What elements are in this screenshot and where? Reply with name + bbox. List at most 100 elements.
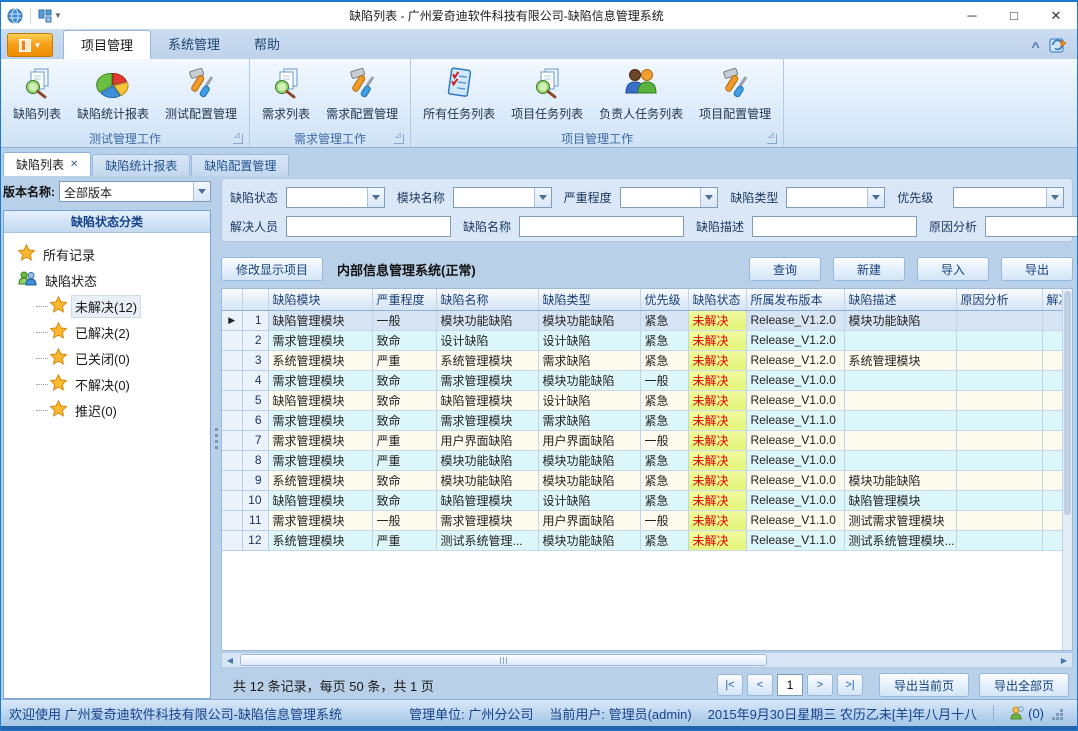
action-button-查询[interactable]: 查询	[749, 257, 821, 281]
table-row[interactable]: 6需求管理模块致命需求管理模块需求缺陷紧急未解决Release_V1.1.0	[222, 410, 1062, 430]
tree-item-已关闭(0)[interactable]: 已关闭(0)	[50, 345, 206, 371]
tree-item-推迟(0)[interactable]: 推迟(0)	[50, 397, 206, 423]
action-button-新建[interactable]: 新建	[833, 257, 905, 281]
ribbon-button-负责人任务列表[interactable]: 负责人任务列表	[591, 61, 691, 124]
maximize-button[interactable]: □	[993, 2, 1035, 29]
quick-access-toolbar[interactable]: ▼	[38, 9, 62, 23]
tree-item-未解决(12)[interactable]: 未解决(12)	[50, 293, 206, 319]
row-selector-cell[interactable]: ▶	[222, 310, 242, 330]
row-selector-cell[interactable]	[222, 530, 242, 550]
column-header-缺陷名称[interactable]: 缺陷名称	[436, 289, 538, 310]
vertical-scrollbar[interactable]	[1062, 289, 1072, 650]
row-selector-cell[interactable]	[222, 450, 242, 470]
panel-splitter[interactable]	[213, 178, 219, 699]
close-tab-icon[interactable]: ✕	[70, 159, 78, 170]
collapse-ribbon-icon[interactable]: ∧	[1029, 40, 1041, 51]
column-header-缺陷描述[interactable]: 缺陷描述	[844, 289, 956, 310]
filter-input-缺陷名称[interactable]	[519, 216, 684, 237]
combobox-arrow-icon[interactable]	[367, 188, 384, 207]
version-combobox[interactable]: 全部版本	[59, 181, 211, 202]
scroll-left-icon[interactable]: ◀	[222, 653, 238, 667]
combobox-arrow-icon[interactable]	[534, 188, 551, 207]
table-row[interactable]: 2需求管理模块致命设计缺陷设计缺陷紧急未解决Release_V1.2.0	[222, 330, 1062, 350]
filter-combobox-缺陷类型[interactable]	[786, 187, 885, 208]
dialog-launcher-icon[interactable]	[767, 134, 777, 144]
minimize-button[interactable]: ─	[951, 2, 993, 29]
horizontal-scrollbar[interactable]: ◀ ▶	[221, 652, 1073, 668]
ribbon-button-测试配置管理[interactable]: 测试配置管理	[157, 61, 245, 124]
table-row[interactable]: 8需求管理模块严重模块功能缺陷模块功能缺陷紧急未解决Release_V1.0.0	[222, 450, 1062, 470]
dialog-launcher-icon[interactable]	[233, 134, 243, 144]
filter-combobox-严重程度[interactable]	[620, 187, 719, 208]
column-header-优先级[interactable]: 优先级	[640, 289, 688, 310]
ribbon-tab-系统管理[interactable]: 系统管理	[151, 30, 237, 59]
table-row[interactable]: 4需求管理模块致命需求管理模块模块功能缺陷一般未解决Release_V1.0.0	[222, 370, 1062, 390]
row-selector-cell[interactable]	[222, 490, 242, 510]
ribbon-tab-帮助[interactable]: 帮助	[237, 30, 297, 59]
ribbon-button-所有任务列表[interactable]: 所有任务列表	[415, 61, 503, 124]
column-header-blank[interactable]	[222, 289, 242, 310]
modify-display-items-button[interactable]: 修改显示项目	[221, 257, 323, 281]
filter-input-缺陷描述[interactable]	[752, 216, 917, 237]
filter-input-原因分析[interactable]	[985, 216, 1078, 237]
row-selector-cell[interactable]	[222, 330, 242, 350]
qat-dropdown-icon[interactable]: ▼	[54, 11, 62, 20]
row-selector-cell[interactable]	[222, 410, 242, 430]
help-about-icon[interactable]	[1049, 36, 1067, 54]
filter-combobox-缺陷状态[interactable]	[286, 187, 385, 208]
tree-item-缺陷状态[interactable]: -缺陷状态	[18, 267, 206, 293]
action-button-导出[interactable]: 导出	[1001, 257, 1073, 281]
column-header-缺陷模块[interactable]: 缺陷模块	[268, 289, 372, 310]
combobox-arrow-icon[interactable]	[700, 188, 717, 207]
filter-input-解决人员[interactable]	[286, 216, 451, 237]
resize-grip[interactable]	[1060, 717, 1063, 720]
first-page-button[interactable]: |<	[717, 674, 743, 696]
table-row[interactable]: 5缺陷管理模块致命缺陷管理模块设计缺陷紧急未解决Release_V1.0.0	[222, 390, 1062, 410]
message-indicator[interactable]: (0)	[1010, 706, 1044, 721]
table-row[interactable]: 11需求管理模块一般需求管理模块用户界面缺陷一般未解决Release_V1.1.…	[222, 510, 1062, 530]
vertical-scrollbar-thumb[interactable]	[1064, 291, 1071, 515]
filter-combobox-优先级[interactable]	[953, 187, 1064, 208]
export-current-page-button[interactable]: 导出当前页	[879, 673, 969, 697]
table-row[interactable]: 12系统管理模块严重测试系统管理...模块功能缺陷紧急未解决Release_V1…	[222, 530, 1062, 550]
dialog-launcher-icon[interactable]	[394, 134, 404, 144]
table-row[interactable]: 3系统管理模块严重系统管理模块需求缺陷紧急未解决Release_V1.2.0系统…	[222, 350, 1062, 370]
close-button[interactable]: ✕	[1035, 2, 1077, 29]
ribbon-button-需求配置管理[interactable]: 需求配置管理	[318, 61, 406, 124]
column-header-所属发布版本[interactable]: 所属发布版本	[746, 289, 844, 310]
tree-expander-icon[interactable]: -	[0, 275, 1, 286]
horizontal-scrollbar-thumb[interactable]	[240, 654, 767, 666]
combobox-arrow-icon[interactable]	[867, 188, 884, 207]
column-header-原因分析[interactable]: 原因分析	[956, 289, 1042, 310]
column-header-解决方法[interactable]: 解决方法	[1042, 289, 1062, 310]
column-header-缺陷类型[interactable]: 缺陷类型	[538, 289, 640, 310]
application-menu-button[interactable]: ▼	[7, 33, 53, 57]
next-page-button[interactable]: >	[807, 674, 833, 696]
scroll-right-icon[interactable]: ▶	[1056, 653, 1072, 667]
column-header-缺陷状态[interactable]: 缺陷状态	[688, 289, 746, 310]
tree-item-不解决(0)[interactable]: 不解决(0)	[50, 371, 206, 397]
combobox-arrow-icon[interactable]	[1046, 188, 1063, 207]
last-page-button[interactable]: >|	[837, 674, 863, 696]
document-tab-缺陷列表[interactable]: 缺陷列表✕	[3, 152, 91, 176]
prev-page-button[interactable]: <	[747, 674, 773, 696]
ribbon-tab-项目管理[interactable]: 项目管理	[63, 30, 151, 59]
ribbon-button-项目任务列表[interactable]: 项目任务列表	[503, 61, 591, 124]
ribbon-button-项目配置管理[interactable]: 项目配置管理	[691, 61, 779, 124]
document-tab-缺陷统计报表[interactable]: 缺陷统计报表	[92, 154, 190, 176]
ribbon-button-缺陷统计报表[interactable]: 缺陷统计报表	[69, 61, 157, 124]
ribbon-button-缺陷列表[interactable]: 缺陷列表	[5, 61, 69, 124]
column-header-blank[interactable]	[242, 289, 268, 310]
row-selector-cell[interactable]	[222, 430, 242, 450]
export-all-pages-button[interactable]: 导出全部页	[979, 673, 1069, 697]
document-tab-缺陷配置管理[interactable]: 缺陷配置管理	[191, 154, 289, 176]
table-row[interactable]: 9系统管理模块致命模块功能缺陷模块功能缺陷紧急未解决Release_V1.0.0…	[222, 470, 1062, 490]
column-header-严重程度[interactable]: 严重程度	[372, 289, 436, 310]
version-combobox-arrow-icon[interactable]	[193, 182, 210, 201]
table-row[interactable]: 7需求管理模块严重用户界面缺陷用户界面缺陷一般未解决Release_V1.0.0	[222, 430, 1062, 450]
page-number-input[interactable]	[777, 674, 803, 696]
filter-combobox-模块名称[interactable]	[453, 187, 552, 208]
row-selector-cell[interactable]	[222, 390, 242, 410]
row-selector-cell[interactable]	[222, 470, 242, 490]
table-row[interactable]: ▶1缺陷管理模块一般模块功能缺陷模块功能缺陷紧急未解决Release_V1.2.…	[222, 310, 1062, 330]
